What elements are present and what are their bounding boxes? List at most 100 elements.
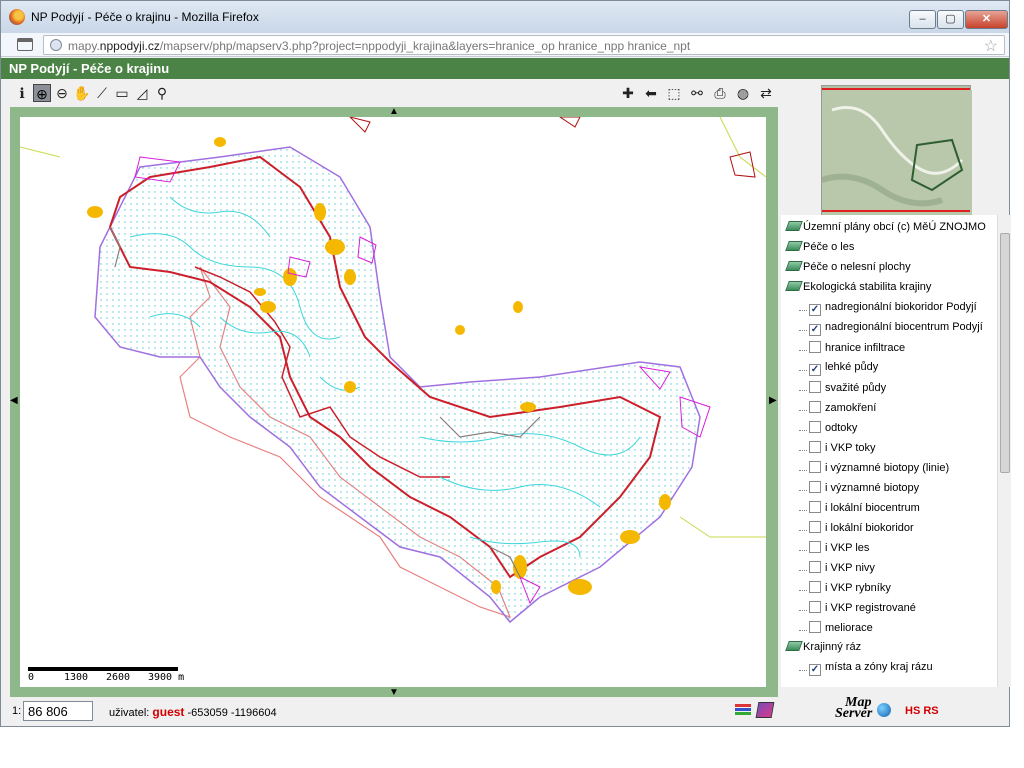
- pan-tool-icon[interactable]: ✋: [73, 84, 91, 102]
- app-title: NP Podyjí - Péče o krajinu: [9, 61, 170, 76]
- layer-group[interactable]: Krajinný ráz: [785, 641, 861, 659]
- layer-checkbox[interactable]: [809, 381, 821, 393]
- url-text[interactable]: mapy.nppodyji.cz/mapserv/php/mapserv3.ph…: [68, 39, 690, 53]
- layer-label: i lokální biocentrum: [825, 502, 920, 514]
- layer-item: zamokření: [809, 401, 876, 419]
- url-domain: nppodyji.cz: [99, 39, 160, 53]
- layer-checkbox[interactable]: [809, 541, 821, 553]
- tree-connector: [799, 470, 807, 471]
- maximize-button[interactable]: ▢: [937, 10, 964, 29]
- map-frame: ▲ ▼ ◀ ▶ 0 1300 2600 3900 m: [10, 107, 778, 698]
- area-tool-icon[interactable]: ▭: [113, 84, 131, 102]
- tree-connector: [799, 370, 807, 371]
- minimize-button[interactable]: –: [909, 10, 936, 29]
- layer-checkbox[interactable]: [809, 501, 821, 513]
- layer-group[interactable]: Péče o les: [785, 241, 855, 259]
- url-bar: mapy.nppodyji.cz/mapserv/php/mapserv3.ph…: [1, 33, 1009, 57]
- hsrs-logo: HS RS: [905, 705, 939, 717]
- layer-checkbox[interactable]: [809, 601, 821, 613]
- bookmark-star-icon[interactable]: ☆: [984, 36, 998, 56]
- layer-checkbox[interactable]: [809, 421, 821, 433]
- tab-groups-icon[interactable]: [17, 38, 33, 51]
- back-tool-icon[interactable]: ⬅: [642, 84, 660, 102]
- layer-label: i významné biotopy (linie): [825, 462, 950, 474]
- user-label: uživatel:: [109, 707, 150, 719]
- layer-group[interactable]: Územní plány obcí (c) MěÚ ZNOJMO: [785, 221, 986, 239]
- map-canvas[interactable]: 0 1300 2600 3900 m: [20, 117, 766, 687]
- map-toolbar: ℹ ⊕ ⊖ ✋ ⟋ ▭ ◿ ⚲ ✚ ⬅ ⬚ ⚯ ⎙ ◍ ⇄: [9, 81, 777, 107]
- reference-map[interactable]: [821, 85, 972, 216]
- scale-input[interactable]: [23, 701, 93, 721]
- layer-group-icon: [785, 241, 803, 251]
- legend-toggle-icon[interactable]: [735, 703, 751, 719]
- layer-item: meliorace: [809, 621, 873, 639]
- info-tool-icon[interactable]: ℹ: [13, 84, 31, 102]
- scale-bar: [28, 667, 178, 671]
- settlement-outlines: [349, 117, 756, 178]
- layer-label: i VKP registrované: [825, 602, 916, 614]
- profile-tool-icon[interactable]: ◿: [133, 84, 151, 102]
- tree-connector: [799, 630, 807, 631]
- layer-checkbox[interactable]: [809, 521, 821, 533]
- layer-label: svažité půdy: [825, 382, 887, 394]
- mapserver-logo: Map Server HS RS: [831, 696, 951, 721]
- zoom-in-tool-icon[interactable]: ⊕: [33, 84, 51, 102]
- site-identity-icon[interactable]: [50, 39, 62, 51]
- zoom-out-tool-icon[interactable]: ⊖: [53, 84, 71, 102]
- layer-item: ✓ nadregionální biokoridor Podyjí: [809, 301, 977, 319]
- pan-up-arrow[interactable]: ▲: [389, 107, 399, 117]
- print-tool-icon[interactable]: ⎙: [711, 84, 729, 102]
- layer-label: i VKP toky: [825, 442, 876, 454]
- layer-checkbox[interactable]: [809, 581, 821, 593]
- pan-right-arrow[interactable]: ▶: [769, 396, 777, 406]
- pan-down-arrow[interactable]: ▼: [389, 688, 399, 698]
- layer-checkbox[interactable]: [809, 481, 821, 493]
- select-rect-tool-icon[interactable]: ⬚: [665, 84, 683, 102]
- layer-checkbox[interactable]: [809, 401, 821, 413]
- binoculars-tool-icon[interactable]: ⚯: [688, 84, 706, 102]
- tree-connector: [799, 570, 807, 571]
- layer-item: i VKP toky: [809, 441, 876, 459]
- layer-group[interactable]: Péče o nelesní plochy: [785, 261, 911, 279]
- pan-left-arrow[interactable]: ◀: [10, 396, 18, 406]
- search-pin-tool-icon[interactable]: ⚲: [153, 84, 171, 102]
- tree-connector: [799, 410, 807, 411]
- layer-checkbox[interactable]: ✓: [809, 304, 821, 316]
- measure-tool-icon[interactable]: ⟋: [93, 84, 111, 102]
- zoom-full-tool-icon[interactable]: ✚: [619, 84, 637, 102]
- close-button[interactable]: ✕: [965, 10, 1008, 29]
- layer-checkbox[interactable]: [809, 341, 821, 353]
- layer-group[interactable]: Ekologická stabilita krajiny: [785, 281, 931, 299]
- layers-book-icon[interactable]: [755, 702, 775, 718]
- layer-checkbox[interactable]: [809, 561, 821, 573]
- window-title: NP Podyjí - Péče o krajinu - Mozilla Fir…: [31, 10, 259, 24]
- address-field[interactable]: mapy.nppodyji.cz/mapserv/php/mapserv3.ph…: [43, 35, 1005, 55]
- layer-checkbox[interactable]: ✓: [809, 324, 821, 336]
- layer-label: zamokření: [825, 402, 877, 414]
- layer-label: i lokální biokoridor: [825, 522, 914, 534]
- app-header: NP Podyjí - Péče o krajinu: [1, 58, 1009, 79]
- tree-connector: [799, 390, 807, 391]
- status-bar: 1: uživatel: guest -653059 -1196604: [9, 699, 777, 723]
- user-name: guest: [152, 705, 185, 719]
- tree-connector: [799, 430, 807, 431]
- coordinates-readout: -653059 -1196604: [187, 707, 277, 719]
- scale-label-1: 1300: [64, 672, 89, 683]
- layer-checkbox[interactable]: [809, 441, 821, 453]
- layer-group-label: Péče o les: [803, 241, 855, 253]
- layer-checkbox[interactable]: [809, 621, 821, 633]
- legend-scrollbar[interactable]: [997, 215, 1011, 687]
- layer-checkbox[interactable]: ✓: [809, 664, 821, 676]
- globe-tool-icon[interactable]: ◍: [734, 84, 752, 102]
- layer-item: i VKP registrované: [809, 601, 916, 619]
- layer-checkbox[interactable]: ✓: [809, 364, 821, 376]
- tree-connector: [799, 530, 807, 531]
- scale-prefix: 1:: [12, 705, 22, 717]
- scale-label-2: 2600: [106, 672, 131, 683]
- layer-item: ✓ lehké půdy: [809, 361, 878, 379]
- legend-scroll-thumb[interactable]: [1000, 233, 1010, 473]
- scale-label-3: 3900 m: [148, 672, 185, 683]
- mapserver-globe-icon: [877, 703, 891, 717]
- refresh-tool-icon[interactable]: ⇄: [757, 84, 775, 102]
- layer-checkbox[interactable]: [809, 461, 821, 473]
